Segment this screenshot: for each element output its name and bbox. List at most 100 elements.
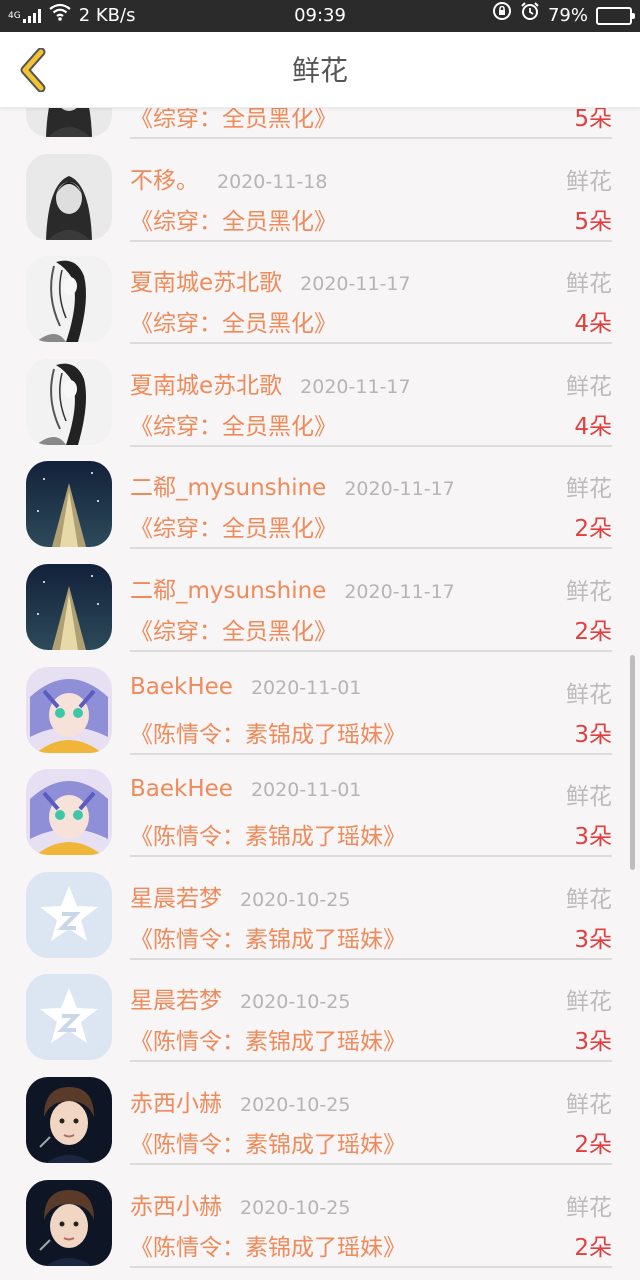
gift-type: 鲜花 [566, 373, 612, 400]
user-name[interactable]: BaekHee [130, 776, 233, 802]
list-item[interactable]: 星晨若梦 2020-10-25 鲜花《陈情令：素锦成了瑶妹》 3朵 [0, 860, 640, 963]
flower-count: 2朵 [574, 1131, 612, 1158]
avatar[interactable] [26, 108, 112, 137]
book-title[interactable]: 《陈情令：素锦成了瑶妹》 [130, 1228, 406, 1262]
flower-count: 2朵 [574, 516, 612, 543]
list-item[interactable]: 不移。2020-11-18鲜花《综穿：全员黑化》5朵 [0, 142, 640, 245]
gift-type: 鲜花 [566, 681, 612, 708]
book-title[interactable]: 《陈情令：素锦成了瑶妹》 [130, 715, 406, 749]
book-title[interactable]: 《综穿：全员黑化》 [130, 108, 337, 133]
status-bar: 4G 2 KB/s 09:39 79% [0, 0, 640, 32]
flower-count: 2朵 [574, 1234, 612, 1261]
gift-date: 2020-11-01 [250, 779, 362, 802]
gift-type: 鲜花 [566, 886, 612, 913]
user-name[interactable]: 星晨若梦 [130, 981, 222, 1015]
avatar[interactable] [26, 871, 112, 958]
book-title[interactable]: 《综穿：全员黑化》 [130, 612, 337, 646]
gift-type: 鲜花 [566, 476, 612, 503]
divider [130, 342, 612, 345]
book-title[interactable]: 《综穿：全员黑化》 [130, 304, 337, 338]
divider [130, 1162, 612, 1165]
book-title[interactable]: 《综穿：全员黑化》 [130, 202, 337, 236]
name-line: 星晨若梦 2020-10-25 [130, 981, 350, 1015]
app-header: 鲜花 [0, 32, 640, 108]
avatar[interactable] [26, 563, 112, 650]
list-item[interactable]: 赤西小赫 2020-10-25 鲜花 《陈情令：素锦成了瑶妹》 2朵 [0, 1168, 640, 1271]
list-item[interactable]: 星晨若梦 2020-10-25 鲜花《陈情令：素锦成了瑶妹》 3朵 [0, 962, 640, 1065]
gift-date: 2020-10-25 [240, 888, 351, 911]
avatar[interactable] [26, 256, 112, 343]
name-line: 夏南城e苏北歌 2020-11-17 [130, 366, 411, 400]
name-line: 星晨若梦 2020-10-25 [130, 879, 351, 913]
name-line: 二郗_mysunshine 2020-11-17 [130, 468, 455, 502]
user-name[interactable]: BaekHee [130, 674, 233, 700]
avatar[interactable] [26, 666, 112, 753]
avatar[interactable] [26, 769, 112, 856]
flower-count: 2朵 [574, 618, 612, 645]
name-line: BaekHee 2020-11-01 [130, 776, 361, 808]
status-right: 79% [492, 0, 635, 32]
gift-type: 鲜花 [566, 271, 612, 298]
divider [130, 547, 612, 550]
gift-date: 2020-11-17 [300, 273, 411, 296]
flower-count: 3朵 [574, 926, 612, 953]
list-item[interactable]: BaekHee 2020-11-01 鲜花 《陈情令：素锦成了瑶妹》 3朵 [0, 655, 640, 758]
flower-count: 4朵 [574, 413, 612, 440]
avatar[interactable] [26, 461, 112, 548]
divider [130, 137, 612, 139]
avatar[interactable] [26, 153, 112, 240]
gift-type: 鲜花 [566, 1091, 612, 1118]
list-item[interactable]: 不移。2020-11-18鲜花《综穿：全员黑化》5朵 [0, 108, 640, 142]
battery-icon [596, 7, 635, 25]
user-name[interactable]: 二郗_mysunshine [130, 571, 326, 605]
user-name[interactable]: 星晨若梦 [130, 879, 222, 913]
list-item[interactable]: 二郗_mysunshine 2020-11-17 鲜花 《综穿：全员黑化》 2朵 [0, 552, 640, 655]
user-name[interactable]: 赤西小赫 [130, 1187, 222, 1221]
divider [130, 239, 612, 242]
alarm-icon [520, 0, 540, 32]
avatar[interactable] [26, 1076, 112, 1163]
list-item[interactable]: 夏南城e苏北歌 2020-11-17 鲜花《综穿：全员黑化》 4朵 [0, 347, 640, 450]
user-name[interactable]: 夏南城e苏北歌 [130, 263, 282, 297]
flower-count: 4朵 [574, 311, 612, 338]
avatar[interactable] [26, 974, 112, 1061]
book-title[interactable]: 《综穿：全员黑化》 [130, 509, 337, 543]
book-title[interactable]: 《陈情令：素锦成了瑶妹》 [130, 920, 406, 954]
battery-percent: 79% [547, 5, 588, 26]
chevron-left-icon [20, 48, 46, 92]
name-line: BaekHee 2020-11-01 [130, 674, 361, 706]
name-line: 二郗_mysunshine 2020-11-17 [130, 571, 455, 605]
flower-list[interactable]: 不移。2020-11-18鲜花《综穿：全员黑化》5朵不移。2020-11-18鲜… [0, 108, 640, 1280]
list-item[interactable]: BaekHee 2020-11-01 鲜花 《陈情令：素锦成了瑶妹》 3朵 [0, 757, 640, 860]
name-line: 夏南城e苏北歌 2020-11-17 [130, 263, 411, 297]
list-item[interactable]: 二郗_mysunshine 2020-11-17 鲜花《综穿：全员黑化》 2朵 [0, 449, 640, 552]
user-name[interactable]: 二郗_mysunshine [130, 468, 326, 502]
divider [130, 957, 612, 960]
divider [130, 649, 612, 652]
gift-date: 2020-11-17 [344, 478, 455, 501]
gift-date: 2020-10-25 [240, 1093, 351, 1116]
gift-type: 鲜花 [566, 989, 612, 1016]
divider [130, 752, 612, 755]
user-name[interactable]: 夏南城e苏北歌 [130, 366, 282, 400]
user-name[interactable]: 不移。 [130, 161, 199, 195]
divider [130, 1265, 612, 1268]
avatar[interactable] [26, 1179, 112, 1266]
flower-count: 3朵 [574, 1029, 612, 1056]
list-item[interactable]: 夏南城e苏北歌 2020-11-17 鲜花《综穿：全员黑化》 4朵 [0, 244, 640, 347]
book-title[interactable]: 《综穿：全员黑化》 [130, 407, 337, 441]
flower-count: 3朵 [574, 824, 612, 851]
scrollbar[interactable] [630, 655, 635, 870]
name-line: 不移。 2020-11-18 [130, 161, 327, 195]
avatar[interactable] [26, 358, 112, 445]
user-name[interactable]: 赤西小赫 [130, 1084, 222, 1118]
book-title[interactable]: 《陈情令：素锦成了瑶妹》 [130, 817, 406, 851]
book-title[interactable]: 《陈情令：素锦成了瑶妹》 [130, 1125, 406, 1159]
flower-list-items: 不移。2020-11-18鲜花《综穿：全员黑化》5朵不移。2020-11-18鲜… [0, 108, 640, 1270]
divider [130, 855, 612, 858]
back-button[interactable] [14, 48, 54, 92]
list-item[interactable]: 赤西小赫 2020-10-25 鲜花《陈情令：素锦成了瑶妹》 2朵 [0, 1065, 640, 1168]
flower-count: 5朵 [574, 108, 612, 132]
book-title[interactable]: 《陈情令：素锦成了瑶妹》 [130, 1022, 406, 1056]
flower-count: 5朵 [574, 208, 612, 235]
